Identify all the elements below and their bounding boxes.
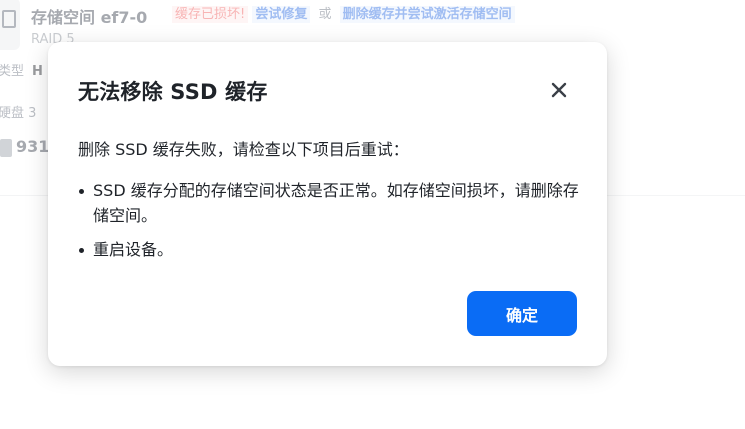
storage-title: 存储空间 ef7-0 — [31, 8, 148, 27]
error-dialog: 无法移除 SSD 缓存 删除 SSD 缓存失败，请检查以下项目后重试： SSD … — [48, 42, 607, 366]
checklist: SSD 缓存分配的存储空间状态是否正常。如存储空间损坏，请删除存储空间。 重启设… — [78, 178, 584, 271]
dialog-intro: 删除 SSD 缓存失败，请检查以下项目后重试： — [78, 140, 409, 159]
storage-pool-icon — [0, 0, 20, 50]
disk-icon — [0, 138, 12, 157]
cache-error-text: 缓存已损坏! — [172, 6, 249, 23]
checklist-item: SSD 缓存分配的存储空间状态是否正常。如存储空间损坏，请删除存储空间。 — [78, 178, 584, 228]
delete-cache-link[interactable]: 删除缓存并尝试激活存储空间 — [339, 6, 515, 23]
capacity-value: 931 — [16, 137, 50, 156]
cache-alert: 缓存已损坏! 尝试修复 或 删除缓存并尝试激活存储空间 — [168, 4, 519, 26]
close-icon[interactable] — [544, 75, 574, 105]
alert-or-text: 或 — [318, 7, 332, 22]
checklist-item: 重启设备。 — [78, 237, 584, 262]
type-value: H — [32, 64, 43, 79]
confirm-button[interactable]: 确定 — [467, 291, 577, 336]
repair-link[interactable]: 尝试修复 — [252, 6, 311, 23]
type-row: 类型 H — [0, 60, 43, 79]
disk-count: 硬盘 3 — [0, 106, 37, 121]
dialog-title: 无法移除 SSD 缓存 — [78, 80, 268, 104]
type-label: 类型 — [0, 64, 25, 79]
